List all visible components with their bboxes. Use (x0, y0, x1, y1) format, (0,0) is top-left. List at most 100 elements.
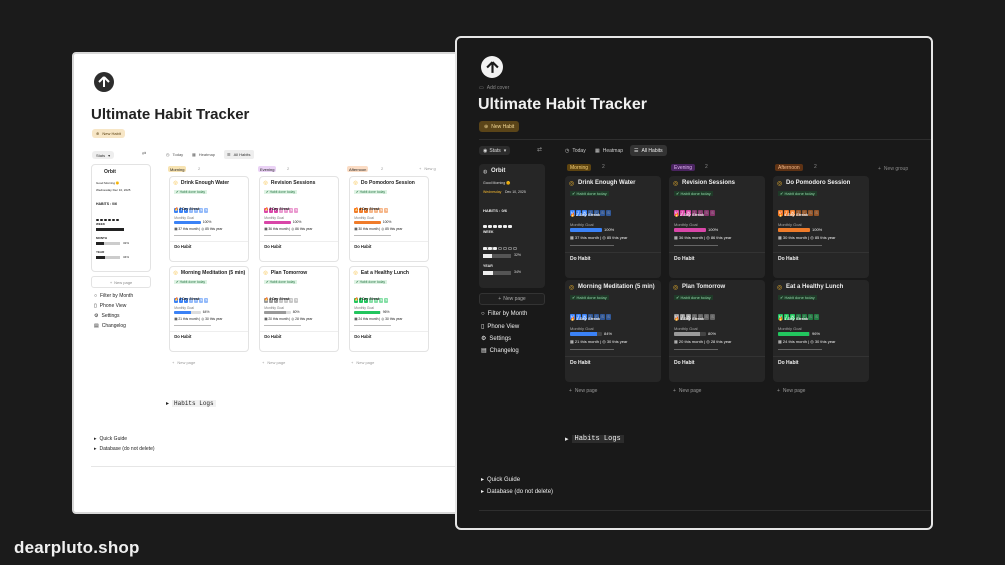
habit-card[interactable]: ◎ Eat a Healthy Lunch ✔ Habit done today… (349, 266, 429, 352)
month-year-count: ▦ 37 this month | ◎ 85 this year (174, 226, 223, 231)
habit-card[interactable]: ◎ Revision Sessions ✔ Habit done today M… (669, 176, 765, 278)
orbit-new-page-button[interactable]: + New page (479, 293, 545, 305)
checkmark-icon: ✔ (355, 189, 359, 194)
orbit-new-page-button[interactable]: + New page (91, 276, 151, 288)
progress-track (570, 349, 614, 350)
habit-done-badge: ✔ Habit done today (264, 279, 297, 284)
dark-new-page-2[interactable]: + New page (673, 388, 701, 394)
new-group-button[interactable]: + New group (878, 166, 908, 172)
new-habit-button[interactable]: ⊕ New Habit (479, 121, 520, 132)
do-habit-button[interactable]: Do Habit (674, 256, 695, 262)
year-label: YEAR (483, 264, 493, 268)
dark-new-page-3[interactable]: + New page (777, 388, 805, 394)
tab-all-habits[interactable]: ☰ All Habits (224, 150, 254, 159)
habit-card[interactable]: ◎ Drink Enough Water ✔ Habit done today … (565, 176, 661, 278)
do-habit-button[interactable]: Do Habit (354, 244, 371, 249)
month-year-count: ▦ 37 this month | ◎ 85 this year (570, 235, 628, 240)
stats-view-button[interactable]: Stats ▾ (92, 151, 115, 159)
do-habit-button[interactable]: Do Habit (570, 360, 591, 366)
monthly-goal-label: Monthly Goal (174, 305, 194, 310)
progress-track (354, 324, 392, 326)
phone-view-link[interactable]: ▯ Phone View (481, 323, 519, 331)
habit-card[interactable]: ◎ Eat a Healthy Lunch ✔ Habit done today… (773, 280, 869, 382)
phone-view-link[interactable]: ▯ Phone View (94, 303, 126, 309)
habits-logs-toggle[interactable]: ▸ Habits Logs (166, 400, 216, 407)
phone-icon: ▯ (94, 303, 97, 309)
habit-card[interactable]: ◎ Morning Meditation (5 min) ✔ Habit don… (169, 266, 249, 352)
habit-status-icon: ◎ (353, 270, 358, 277)
checkmark-icon: ✔ (572, 191, 576, 196)
light-new-page-3[interactable]: + New page (351, 360, 374, 365)
light-new-page-2[interactable]: + New page (262, 360, 285, 365)
streak-text: 🔥 4 Day Streak (354, 207, 380, 212)
do-habit-button[interactable]: Do Habit (354, 334, 371, 339)
do-habit-button[interactable]: Do Habit (778, 360, 799, 366)
image-icon: ▭ (479, 85, 484, 91)
database-link[interactable]: ▸ Database (do not delete) (94, 446, 155, 452)
tab-heatmap[interactable]: ▦ Heatmap (192, 152, 215, 157)
habit-card[interactable]: ◎ Drink Enough Water ✔ Habit done today … (169, 176, 249, 262)
light-new-page-1[interactable]: + New page (172, 360, 195, 365)
database-link[interactable]: ▸ Database (do not delete) (481, 488, 553, 496)
habit-card[interactable]: ◎ Do Pomodoro Session ✔ Habit done today… (349, 176, 429, 262)
new-habit-button[interactable]: ⊕ New Habit (92, 129, 125, 138)
new-group-button[interactable]: + New g (419, 166, 436, 171)
filter-by-month-link[interactable]: ○ Filter by Month (94, 293, 133, 299)
streak-text: 🔥 2 Day Streak (570, 212, 601, 217)
tab-all-habits[interactable]: ☰ All Habits (630, 145, 667, 156)
habit-card[interactable]: ◎ Do Pomodoro Session ✔ Habit done today… (773, 176, 869, 278)
habit-card[interactable]: ◎ Plan Tomorrow ✔ Habit done today MTWTF… (669, 280, 765, 382)
settings-link[interactable]: ⚙ Settings (94, 313, 120, 319)
tab-heatmap[interactable]: ▦ Heatmap (595, 148, 623, 154)
settings-link[interactable]: ⚙ Settings (481, 335, 511, 343)
tab-today[interactable]: ◷ Today (565, 148, 586, 154)
triangle-right-icon: ▸ (481, 477, 485, 483)
changelog-link[interactable]: ▤ Changelog (94, 323, 126, 329)
month-year-count: ▦ 36 this month | ◎ 86 this year (674, 235, 732, 240)
habit-card[interactable]: ◎ Revision Sessions ✔ Habit done today M… (259, 176, 339, 262)
changelog-link[interactable]: ▤ Changelog (481, 347, 519, 355)
do-habit-button[interactable]: Do Habit (264, 244, 281, 249)
progress-track (674, 245, 718, 246)
habit-status-icon: ◎ (173, 180, 178, 187)
plus-icon: ⊕ (484, 123, 489, 130)
add-cover-button[interactable]: ▭ Add cover (479, 85, 509, 91)
streak-text: 🔥 3 Day Streak (570, 316, 601, 321)
progress-track (674, 349, 718, 350)
do-habit-button[interactable]: Do Habit (570, 256, 591, 262)
calendar-icon: ▦ (264, 226, 268, 231)
do-habit-button[interactable]: Do Habit (674, 360, 695, 366)
do-habit-button[interactable]: Do Habit (778, 256, 799, 262)
card-divider (565, 356, 661, 357)
do-habit-button[interactable]: Do Habit (174, 244, 191, 249)
habit-status-icon: ◎ (673, 181, 679, 187)
streak-text: 🔥 5 Day Streak (354, 297, 380, 302)
monthly-goal-pct: 84% (604, 331, 613, 336)
quick-guide-link[interactable]: ▸ Quick Guide (94, 436, 127, 442)
stats-view-button[interactable]: ◉ Stats ▾ (479, 146, 511, 155)
habits-logs-toggle[interactable]: ▸ Habits Logs (565, 435, 624, 443)
triangle-right-icon: ▸ (94, 446, 97, 452)
group-morning-count: 2 (198, 166, 201, 171)
progress-track (264, 324, 302, 326)
plus-icon: ⊕ (96, 131, 100, 136)
habit-card[interactable]: ◎ Morning Meditation (5 min) ✔ Habit don… (565, 280, 661, 382)
do-habit-button[interactable]: Do Habit (174, 334, 191, 339)
habit-card[interactable]: ◎ Plan Tomorrow ✔ Habit done today MTWTF… (259, 266, 339, 352)
streak-text: 🔥 2 Day Streak (674, 212, 705, 217)
filter-icon[interactable]: ⇄ (142, 151, 146, 157)
monthly-goal-bar (174, 220, 202, 225)
filter-by-month-link[interactable]: ○ Filter by Month (481, 311, 527, 317)
week-label: WEEK (96, 222, 105, 226)
tab-today[interactable]: ◷ Today (166, 152, 183, 157)
checkmark-icon: ✔ (355, 279, 359, 284)
dark-new-page-1[interactable]: + New page (569, 388, 597, 394)
filter-icon[interactable]: ⇄ (537, 146, 542, 153)
chevron-down-icon: ▾ (503, 147, 507, 154)
target-icon: ◎ (810, 339, 814, 344)
month-label: MONTH (96, 236, 107, 240)
card-divider (170, 330, 248, 332)
group-afternoon: Afternoon (775, 164, 803, 171)
do-habit-button[interactable]: Do Habit (264, 334, 281, 339)
quick-guide-link[interactable]: ▸ Quick Guide (481, 476, 520, 484)
